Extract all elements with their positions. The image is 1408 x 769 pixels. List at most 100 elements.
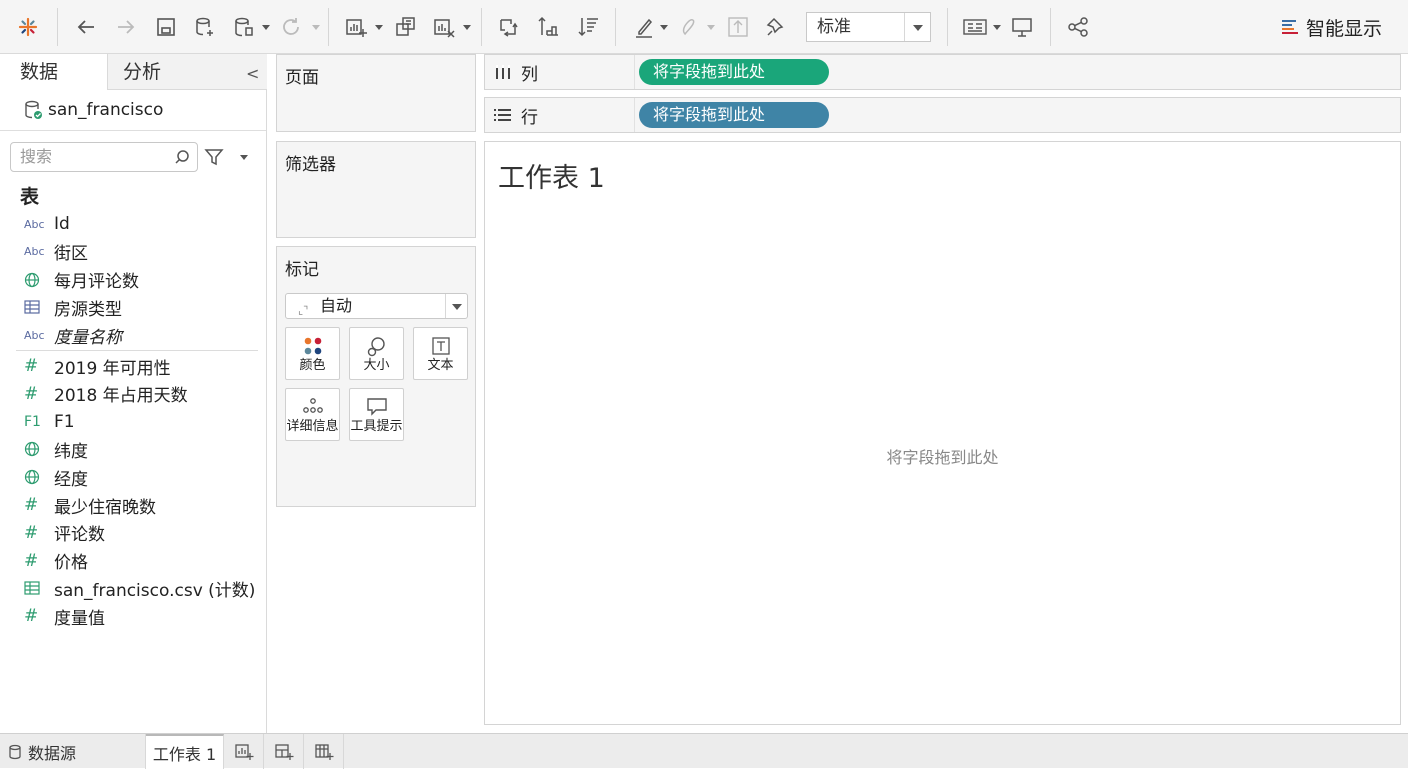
sort-descending-icon[interactable] (574, 12, 602, 42)
number-icon: # (24, 550, 39, 571)
field-label: 经度 (54, 469, 88, 490)
filters-card-title: 筛选器 (285, 155, 336, 175)
datasource-icon (25, 100, 42, 119)
clear-sheet-icon[interactable] (429, 12, 459, 42)
tab-analysis[interactable]: 分析 (108, 54, 267, 90)
field-label: 房源类型 (54, 299, 122, 320)
undo-icon[interactable] (72, 12, 100, 42)
field-item[interactable]: Abc 街区 (0, 239, 262, 265)
tab-data-source[interactable]: 数据源 (0, 734, 146, 769)
pages-card[interactable]: 页面 (276, 54, 476, 132)
filters-card[interactable]: 筛选器 (276, 141, 476, 238)
table-icon (24, 300, 40, 314)
field-item[interactable]: #2018 年占用天数 (0, 381, 262, 407)
save-icon[interactable] (152, 12, 180, 42)
automatic-mark-icon: ⌞⌝ (298, 304, 309, 317)
fit-dropdown[interactable]: 标准 (806, 12, 931, 42)
number-icon: # (24, 606, 39, 627)
datasource-icon (9, 744, 21, 759)
datasource-item[interactable]: san_francisco (24, 98, 163, 122)
field-item[interactable]: # 价格 (0, 548, 262, 574)
field-label: 街区 (54, 244, 88, 265)
field-label: 评论数 (54, 525, 105, 546)
highlight-icon[interactable] (630, 12, 658, 42)
share-icon[interactable] (1064, 12, 1092, 42)
field-item[interactable]: 房源类型 (0, 294, 262, 320)
field-item[interactable]: 纬度 (0, 436, 262, 462)
field-type-icon: # (0, 551, 54, 571)
rows-shelf[interactable]: 行 将字段拖到此处 (484, 97, 1401, 133)
new-dashboard-icon (274, 743, 293, 760)
text-button[interactable]: 文本 (413, 327, 468, 380)
columns-shelf-label: 列 (521, 64, 538, 85)
rows-drop-pill[interactable]: 将字段拖到此处 (639, 102, 829, 128)
field-type-icon: F1 (0, 414, 54, 430)
new-story-icon (314, 743, 333, 760)
worksheet-canvas[interactable]: 工作表 1 将字段拖到此处 (484, 141, 1401, 725)
sheet-title[interactable]: 工作表 1 (498, 156, 605, 195)
search-input[interactable]: 搜索 (10, 142, 198, 172)
columns-shelf[interactable]: 列 将字段拖到此处 (484, 54, 1401, 90)
filter-icon[interactable] (204, 147, 224, 167)
view-options-dropdown[interactable] (240, 155, 248, 160)
rows-shelf-header: 行 (485, 98, 635, 132)
new-worksheet-tab-button[interactable] (224, 734, 264, 769)
fix-axes-icon[interactable] (762, 12, 790, 42)
rows-shelf-label: 行 (521, 107, 538, 128)
mark-type-value: 自动 (320, 296, 353, 315)
collapse-pane-icon[interactable]: < (246, 64, 259, 83)
field-item[interactable]: Abc Id (0, 211, 262, 237)
data-pane: 数据 分析 < san_francisco 搜索 表 Abc Id Abc 街区 每月评… (0, 54, 267, 733)
number-icon: # (24, 495, 39, 515)
tab-data-source-label: 数据源 (28, 743, 77, 763)
field-label: 每月评论数 (54, 272, 139, 293)
field-item[interactable]: # 评论数 (0, 520, 262, 546)
show-me-button[interactable]: 智能显示 (1280, 14, 1382, 40)
group-icon[interactable] (675, 12, 701, 42)
swap-rows-columns-icon[interactable] (494, 12, 522, 42)
columns-icon (496, 65, 510, 79)
duplicate-sheet-icon[interactable] (392, 12, 420, 42)
new-worksheet-icon[interactable] (341, 12, 371, 42)
field-label: san_francisco.csv (计数) (54, 580, 256, 601)
show-cards-icon[interactable] (960, 12, 990, 42)
presentation-mode-icon[interactable] (1008, 12, 1036, 42)
field-type-icon (0, 272, 54, 288)
sheet-tab-bar: 数据源 工作表 1 (0, 733, 1408, 769)
tableau-logo-icon[interactable] (14, 12, 42, 42)
redo-icon[interactable] (112, 12, 140, 42)
globe-icon (24, 442, 40, 457)
pages-card-title: 页面 (285, 68, 319, 88)
tooltip-label: 工具提示 (350, 419, 403, 434)
mark-type-dropdown[interactable]: ⌞⌝ 自动 (285, 293, 468, 319)
tab-sheet-1[interactable]: 工作表 1 (146, 734, 224, 769)
field-item[interactable]: 每月评论数 (0, 267, 262, 293)
search-placeholder: 搜索 (20, 147, 53, 166)
refresh-icon[interactable] (277, 12, 305, 42)
new-datasource-icon[interactable] (190, 12, 220, 42)
new-dashboard-tab-button[interactable] (264, 734, 304, 769)
field-item[interactable]: #2019 年可用性 (0, 353, 262, 379)
detail-label: 详细信息 (286, 419, 339, 434)
detail-button[interactable]: 详细信息 (285, 388, 340, 441)
field-item[interactable]: 经度 (0, 464, 262, 490)
new-story-tab-button[interactable] (304, 734, 344, 769)
field-item[interactable]: # 度量值 (0, 603, 262, 629)
pause-update-icon[interactable] (230, 12, 258, 42)
toolbar: 标准 智能显示 (0, 0, 1408, 54)
tab-data[interactable]: 数据 (0, 54, 108, 90)
field-type-icon: # (0, 606, 54, 626)
field-item[interactable]: Abc 度量名称 (0, 322, 262, 348)
field-item[interactable]: san_francisco.csv (计数) (0, 575, 262, 601)
labels-icon[interactable] (724, 12, 752, 42)
color-button[interactable]: 颜色 (285, 327, 340, 380)
rows-icon (494, 109, 511, 121)
field-label: 度量值 (54, 608, 105, 629)
columns-drop-pill[interactable]: 将字段拖到此处 (639, 59, 829, 85)
field-item[interactable]: # 最少住宿晚数 (0, 492, 262, 518)
size-button[interactable]: 大小 (349, 327, 404, 380)
sort-ascending-icon[interactable] (534, 12, 562, 42)
size-icon (367, 337, 385, 357)
tooltip-button[interactable]: 工具提示 (349, 388, 404, 441)
field-item[interactable]: F1 F1 (0, 409, 262, 435)
